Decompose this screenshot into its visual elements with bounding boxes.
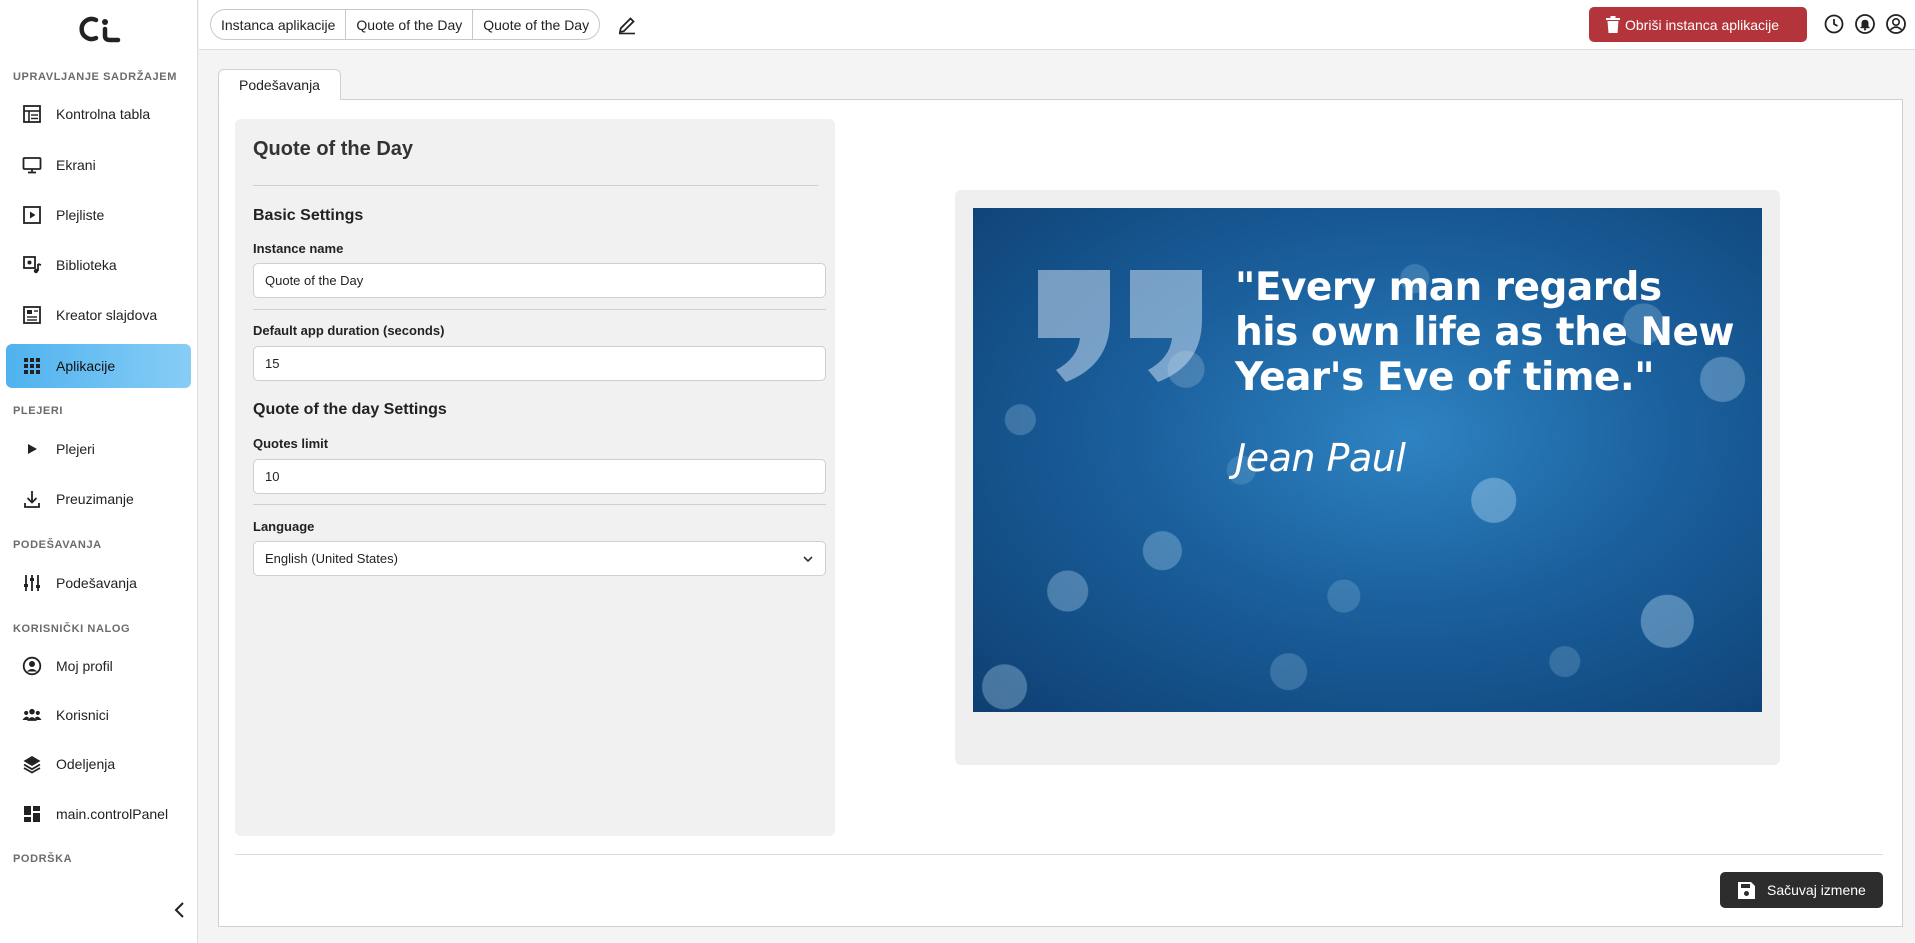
section-label-settings: PODEŠAVANJA: [13, 539, 102, 551]
play-icon: [22, 439, 42, 459]
sidebar-item-dashboard[interactable]: Kontrolna tabla: [6, 92, 191, 136]
sidebar-item-departments[interactable]: Odeljenja: [6, 742, 191, 786]
duration-input[interactable]: 15: [253, 346, 826, 381]
instance-name-label: Instance name: [253, 241, 344, 256]
notifications-bell-icon[interactable]: [1854, 13, 1876, 35]
field-divider: [253, 504, 826, 505]
breadcrumb-item-instance[interactable]: Quote of the Day: [473, 10, 599, 39]
quotes-limit-label: Quotes limit: [253, 436, 329, 451]
sidebar-item-label: Aplikacije: [56, 358, 116, 374]
quote-settings-heading: Quote of the day Settings: [253, 401, 447, 418]
control-panel-icon: [22, 804, 42, 824]
sidebar-item-users[interactable]: Korisnici: [6, 693, 191, 737]
user-circle-icon: [22, 656, 42, 676]
sidebar-item-playlists[interactable]: Plejliste: [6, 193, 191, 237]
dashboard-icon: [22, 104, 42, 124]
save-changes-label: Sačuvaj izmene: [1767, 882, 1866, 898]
layers-icon: [22, 754, 42, 774]
sidebar-item-label: Plejeri: [56, 441, 95, 457]
instance-name-input[interactable]: Quote of the Day: [253, 263, 826, 298]
sidebar-item-download[interactable]: Preuzimanje: [6, 477, 191, 521]
top-bar: Instanca aplikacije Quote of the Day Quo…: [199, 0, 1915, 50]
sidebar-item-screens[interactable]: Ekrani: [6, 143, 191, 187]
sidebar-item-my-profile[interactable]: Moj profil: [6, 644, 191, 688]
sidebar-item-label: Biblioteka: [56, 257, 117, 273]
sidebar-item-label: Moj profil: [56, 658, 113, 674]
trash-icon: [1606, 16, 1620, 33]
playlist-icon: [22, 205, 42, 225]
sidebar-item-players[interactable]: Plejeri: [6, 427, 191, 471]
section-label-account: KORISNIČKI NALOG: [13, 623, 131, 635]
title-divider: [253, 185, 818, 186]
sliders-icon: [22, 573, 42, 593]
section-label-support: PODRŠKA: [13, 853, 73, 865]
sidebar-item-applications[interactable]: Aplikacije: [6, 344, 191, 388]
field-divider: [253, 309, 826, 310]
sidebar-item-label: Kreator slajdova: [56, 307, 158, 323]
section-label-players: PLEJERI: [13, 405, 64, 417]
chevron-down-icon: [803, 556, 813, 563]
save-floppy-icon: [1738, 882, 1755, 899]
breadcrumb-item-app-instance[interactable]: Instanca aplikacije: [211, 10, 347, 39]
sidebar-item-settings[interactable]: Podešavanja: [6, 561, 191, 605]
sidebar-item-control-panel[interactable]: main.controlPanel: [6, 792, 191, 836]
form-title: Quote of the Day: [253, 138, 414, 160]
delete-instance-button[interactable]: Obriši instanca aplikacije: [1589, 7, 1807, 42]
sidebar-item-slide-creator[interactable]: Kreator slajdova: [6, 293, 191, 337]
download-icon: [22, 489, 42, 509]
breadcrumb-item-app[interactable]: Quote of the Day: [346, 10, 474, 39]
app-preview: "Every man regards his own life as the N…: [973, 208, 1762, 712]
duration-label: Default app duration (seconds): [253, 323, 445, 338]
sidebar-item-label: Ekrani: [56, 157, 96, 173]
tab-settings[interactable]: Podešavanja: [218, 69, 341, 100]
edit-pencil-icon[interactable]: [616, 14, 638, 36]
language-label: Language: [253, 519, 315, 534]
save-changes-button[interactable]: Sačuvaj izmene: [1720, 872, 1883, 908]
monitor-icon: [22, 155, 42, 175]
sidebar-item-label: Preuzimanje: [56, 491, 134, 507]
brand-logo-icon[interactable]: [74, 14, 124, 44]
quote-author: Jean Paul: [1235, 436, 1406, 480]
language-select-value: English (United States): [265, 551, 398, 566]
collapse-sidebar-chevron-left-icon[interactable]: [170, 900, 190, 920]
sidebar-item-label: Odeljenja: [56, 756, 116, 772]
sidebar-item-label: main.controlPanel: [56, 806, 169, 822]
quote-text: "Every man regards his own life as the N…: [1235, 265, 1735, 400]
sidebar-item-label: Podešavanja: [56, 575, 137, 591]
users-icon: [22, 705, 42, 725]
sidebar: UPRAVLJANJE SADRŽAJEM Kontrolna tabla Ek…: [0, 0, 198, 943]
library-icon: [22, 255, 42, 275]
basic-settings-heading: Basic Settings: [253, 207, 364, 224]
account-user-icon[interactable]: [1885, 13, 1907, 35]
sidebar-item-label: Plejliste: [56, 207, 105, 223]
quotation-mark-icon: [1038, 270, 1202, 382]
history-clock-icon[interactable]: [1823, 13, 1845, 35]
slide-creator-icon: [22, 305, 42, 325]
footer-divider: [235, 854, 1883, 855]
settings-form-card: Quote of the Day Basic Settings Instance…: [235, 119, 835, 836]
sidebar-item-label: Korisnici: [56, 707, 109, 723]
sidebar-item-library[interactable]: Biblioteka: [6, 243, 191, 287]
quotes-limit-input[interactable]: 10: [253, 459, 826, 494]
sidebar-item-label: Kontrolna tabla: [56, 106, 151, 122]
breadcrumb: Instanca aplikacije Quote of the Day Quo…: [210, 9, 601, 40]
delete-instance-label: Obriši instanca aplikacije: [1625, 16, 1780, 33]
section-label-content: UPRAVLJANJE SADRŽAJEM: [13, 71, 177, 83]
apps-grid-icon: [22, 356, 42, 376]
language-select[interactable]: English (United States): [253, 541, 826, 576]
